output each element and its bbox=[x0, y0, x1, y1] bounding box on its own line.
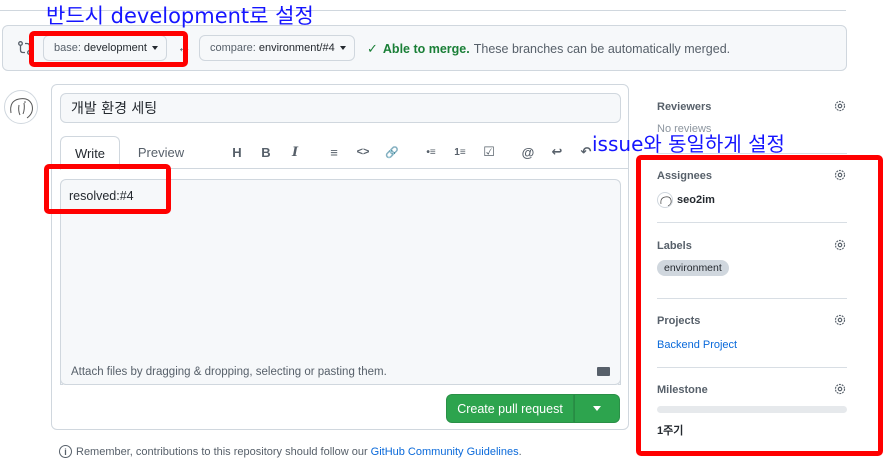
annotation-right-text: issue와 동일하게 설정 bbox=[592, 132, 785, 156]
compare-branch-value: environment/#4 bbox=[258, 42, 335, 54]
attach-files-text: Attach files by dragging & dropping, sel… bbox=[71, 365, 387, 378]
annotation-top-text: 반드시 development로 설정 bbox=[46, 4, 314, 28]
reference-icon[interactable]: ↩ bbox=[548, 143, 566, 161]
merge-status-text: These branches can be automatically merg… bbox=[473, 42, 731, 56]
caret-down-icon bbox=[593, 406, 601, 411]
sketch-avatar-icon bbox=[10, 98, 33, 119]
attach-files-bar[interactable]: Attach files by dragging & dropping, sel… bbox=[60, 359, 621, 385]
contribution-notice: i Remember, contributions to this reposi… bbox=[59, 445, 522, 458]
annotation-box-body bbox=[44, 164, 171, 214]
markdown-toolbar: H B I ≡ <> 🔗 •≡ 1≡ ☑ @ ↩ ↶ bbox=[228, 142, 606, 162]
task-list-icon[interactable]: ☑ bbox=[480, 143, 498, 161]
community-guidelines-link[interactable]: GitHub Community Guidelines bbox=[371, 446, 519, 458]
quote-icon[interactable]: ≡ bbox=[325, 143, 343, 161]
compare-label: compare: bbox=[210, 42, 256, 54]
user-avatar[interactable] bbox=[4, 90, 38, 124]
create-options-dropdown[interactable] bbox=[574, 394, 620, 423]
title-input[interactable]: 개발 환경 세팅 bbox=[60, 93, 621, 123]
bold-icon[interactable]: B bbox=[257, 143, 275, 161]
merge-ok-text: Able to merge. bbox=[382, 42, 470, 56]
heading-icon[interactable]: H bbox=[228, 143, 246, 161]
mention-icon[interactable]: @ bbox=[519, 143, 537, 161]
notice-period: . bbox=[518, 445, 522, 458]
create-pr-button-group: Create pull request bbox=[446, 394, 620, 423]
annotation-box-base bbox=[29, 31, 188, 67]
pull-request-form: 개발 환경 세팅 Write Preview H B I ≡ <> 🔗 •≡ 1… bbox=[51, 84, 629, 430]
link-icon[interactable]: 🔗 bbox=[383, 143, 401, 161]
remember-text: Remember, contributions to this reposito… bbox=[76, 445, 368, 458]
italic-icon[interactable]: I bbox=[286, 143, 304, 161]
compare-branch-select[interactable]: compare: environment/#4 bbox=[199, 35, 355, 61]
code-icon[interactable]: <> bbox=[354, 143, 372, 161]
merge-status: ✓ Able to merge. These branches can be a… bbox=[367, 41, 730, 57]
check-icon: ✓ bbox=[367, 41, 378, 56]
gear-icon[interactable] bbox=[833, 99, 847, 113]
info-icon: i bbox=[59, 445, 72, 458]
unordered-list-icon[interactable]: •≡ bbox=[422, 143, 440, 161]
ordered-list-icon[interactable]: 1≡ bbox=[451, 143, 469, 161]
reviewers-heading[interactable]: Reviewers bbox=[657, 101, 711, 113]
annotation-box-sidebar bbox=[636, 155, 883, 456]
create-pull-request-button[interactable]: Create pull request bbox=[446, 394, 574, 423]
markdown-icon bbox=[597, 367, 610, 376]
caret-down-icon bbox=[339, 46, 346, 50]
